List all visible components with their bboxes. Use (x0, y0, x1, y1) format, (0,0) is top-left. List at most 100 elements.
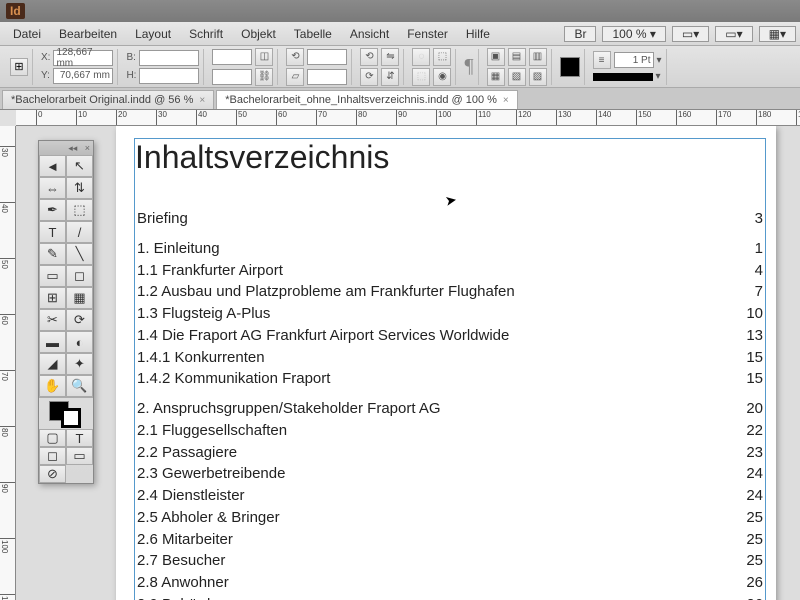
menu-bearbeiten[interactable]: Bearbeiten (50, 27, 126, 41)
bridge-button[interactable]: Br (564, 26, 596, 42)
tool-button[interactable]: ✦ (66, 353, 93, 375)
tool-button[interactable]: ✋ (39, 375, 66, 397)
tool-button[interactable]: ╲ (66, 243, 93, 265)
tool-button[interactable]: ⟳ (66, 309, 93, 331)
menu-tabelle[interactable]: Tabelle (285, 27, 341, 41)
toc-entry[interactable]: 2.8 Anwohner26 (135, 572, 765, 594)
wrap-icon-6[interactable]: ▨ (529, 68, 547, 86)
toc-entry[interactable]: 2.4 Dienstleister24 (135, 485, 765, 507)
rotate-ccw-icon[interactable]: ⟲ (360, 48, 378, 66)
w-field[interactable] (139, 50, 199, 66)
wrap-icon-5[interactable]: ▧ (508, 68, 526, 86)
fill-swatch[interactable] (560, 57, 580, 77)
stroke-style-preview[interactable] (593, 73, 653, 81)
stroke-color-swatch[interactable] (61, 408, 81, 428)
close-icon[interactable]: × (199, 95, 205, 106)
toc-entry[interactable]: 2.3 Gewerbetreibende24 (135, 463, 765, 485)
toc-entry[interactable]: 2.5 Abholer & Bringer25 (135, 507, 765, 529)
tool-button[interactable]: ✒ (39, 199, 66, 221)
tool-button[interactable]: ✂ (39, 309, 66, 331)
toc-entry[interactable]: 2.1 Fluggesellschaften22 (135, 420, 765, 442)
screen-mode-button[interactable]: ▭▾ (715, 26, 752, 42)
tool-button[interactable]: ↖ (66, 155, 93, 177)
shear-icon[interactable]: ▱ (286, 68, 304, 86)
rotate-cw-icon[interactable]: ⟳ (360, 68, 378, 86)
select-content-icon[interactable]: ◉ (433, 68, 451, 86)
toc-entry[interactable]: 2.6 Mitarbeiter25 (135, 529, 765, 551)
toc-entry[interactable]: 2.7 Besucher25 (135, 550, 765, 572)
tool-button[interactable]: ▭ (39, 265, 66, 287)
tool-mode-button[interactable]: ⊘ (39, 465, 66, 483)
h-field[interactable] (139, 68, 199, 84)
stroke-style-dropdown-icon[interactable]: ▾ (656, 71, 661, 82)
panel-header[interactable]: ◂◂ × (39, 141, 93, 155)
toc-title[interactable]: Inhaltsverzeichnis (135, 139, 765, 200)
tool-button[interactable]: ◻ (66, 265, 93, 287)
toc-entry[interactable]: Briefing3 (135, 208, 765, 230)
tool-button[interactable]: / (66, 221, 93, 243)
dotted-rect-icon[interactable]: ⬚ (412, 68, 430, 86)
tool-button[interactable]: ◢ (39, 353, 66, 375)
tool-button[interactable]: ⊞ (39, 287, 66, 309)
tool-mode-button[interactable]: ▢ (39, 429, 66, 447)
tools-panel[interactable]: ◂◂ × ◄↖⇔⇅✒⬚T/✎╲▭◻⊞▦✂⟳▬◐◢✦✋🔍 ▢T◻▭⊘ (38, 140, 94, 484)
tool-button[interactable]: ▬ (39, 331, 66, 353)
toc-entry[interactable]: 1.4.1 Konkurrenten15 (135, 347, 765, 369)
stroke-dropdown-icon[interactable]: ▾ (657, 55, 662, 66)
toc-entry[interactable]: 2.2 Passagiere23 (135, 442, 765, 464)
link-icon[interactable]: ⛓ (255, 68, 273, 86)
document-tab[interactable]: *Bachelorarbeit Original.indd @ 56 %× (2, 90, 214, 109)
wrap-icon-2[interactable]: ▤ (508, 48, 526, 66)
rotate-icon[interactable]: ⟲ (286, 48, 304, 66)
tool-button[interactable]: ✎ (39, 243, 66, 265)
document-tab[interactable]: *Bachelorarbeit_ohne_Inhaltsverzeichnis.… (216, 90, 518, 109)
tool-mode-button[interactable]: T (66, 429, 93, 447)
tool-button[interactable]: ⇔ (39, 177, 66, 199)
toc-entry[interactable]: 1. Einleitung1 (135, 238, 765, 260)
tool-mode-button[interactable]: ◻ (39, 447, 66, 465)
toc-entry[interactable]: 1.2 Ausbau und Platzprobleme am Frankfur… (135, 281, 765, 303)
menu-fenster[interactable]: Fenster (398, 27, 457, 41)
toc-entry[interactable]: 1.4 Die Fraport AG Frankfurt Airport Ser… (135, 325, 765, 347)
reference-point-icon[interactable]: ⊞ (10, 58, 28, 76)
toc-entry[interactable]: 1.4.2 Kommunikation Fraport15 (135, 368, 765, 390)
close-icon[interactable]: × (503, 95, 509, 106)
shear-field[interactable] (307, 69, 347, 85)
toc-entry[interactable]: 1.1 Frankfurter Airport4 (135, 260, 765, 282)
tool-button[interactable]: ⇅ (66, 177, 93, 199)
scale-y-field[interactable] (212, 69, 252, 85)
tool-button[interactable]: ◄ (39, 155, 66, 177)
stroke-weight-field[interactable]: 1 Pt (614, 52, 654, 68)
menu-ansicht[interactable]: Ansicht (341, 27, 398, 41)
dotted-circle-icon[interactable]: ◌ (412, 48, 430, 66)
view-mode-button[interactable]: ▭▾ (672, 26, 709, 42)
vertical-ruler[interactable]: 30405060708090100110 (0, 126, 16, 600)
flip-h-icon[interactable]: ⇋ (381, 48, 399, 66)
tool-button[interactable]: 🔍 (66, 375, 93, 397)
menu-datei[interactable]: Datei (4, 27, 50, 41)
toc-entry[interactable]: 2.9 Behörden26 (135, 594, 765, 600)
wrap-icon-3[interactable]: ▥ (529, 48, 547, 66)
color-swatches[interactable] (39, 397, 93, 429)
rotate-field[interactable] (307, 49, 347, 65)
toc-entry[interactable]: 1.3 Flugsteig A-Plus10 (135, 303, 765, 325)
wrap-icon-1[interactable]: ▣ (487, 48, 505, 66)
menu-objekt[interactable]: Objekt (232, 27, 285, 41)
zoom-dropdown[interactable]: 100 % ▾ (602, 26, 665, 42)
canvas[interactable]: Inhaltsverzeichnis Briefing3 1. Einleitun… (16, 126, 800, 600)
menu-schrift[interactable]: Schrift (180, 27, 232, 41)
tool-mode-button[interactable]: ▭ (66, 447, 93, 465)
flip-v-icon[interactable]: ⇵ (381, 68, 399, 86)
wrap-icon-4[interactable]: ▦ (487, 68, 505, 86)
tool-button[interactable]: ▦ (66, 287, 93, 309)
menu-hilfe[interactable]: Hilfe (457, 27, 499, 41)
tool-button[interactable]: T (39, 221, 66, 243)
scale-icon[interactable]: ◫ (255, 48, 273, 66)
tool-button[interactable]: ◐ (66, 331, 93, 353)
x-field[interactable]: 128,667 mm (53, 50, 113, 66)
horizontal-ruler[interactable]: -100102030405060708090100110120130140150… (16, 110, 800, 126)
tool-button[interactable]: ⬚ (66, 199, 93, 221)
arrange-button[interactable]: ▦▾ (759, 26, 796, 42)
scale-x-field[interactable] (212, 49, 252, 65)
menu-layout[interactable]: Layout (126, 27, 180, 41)
